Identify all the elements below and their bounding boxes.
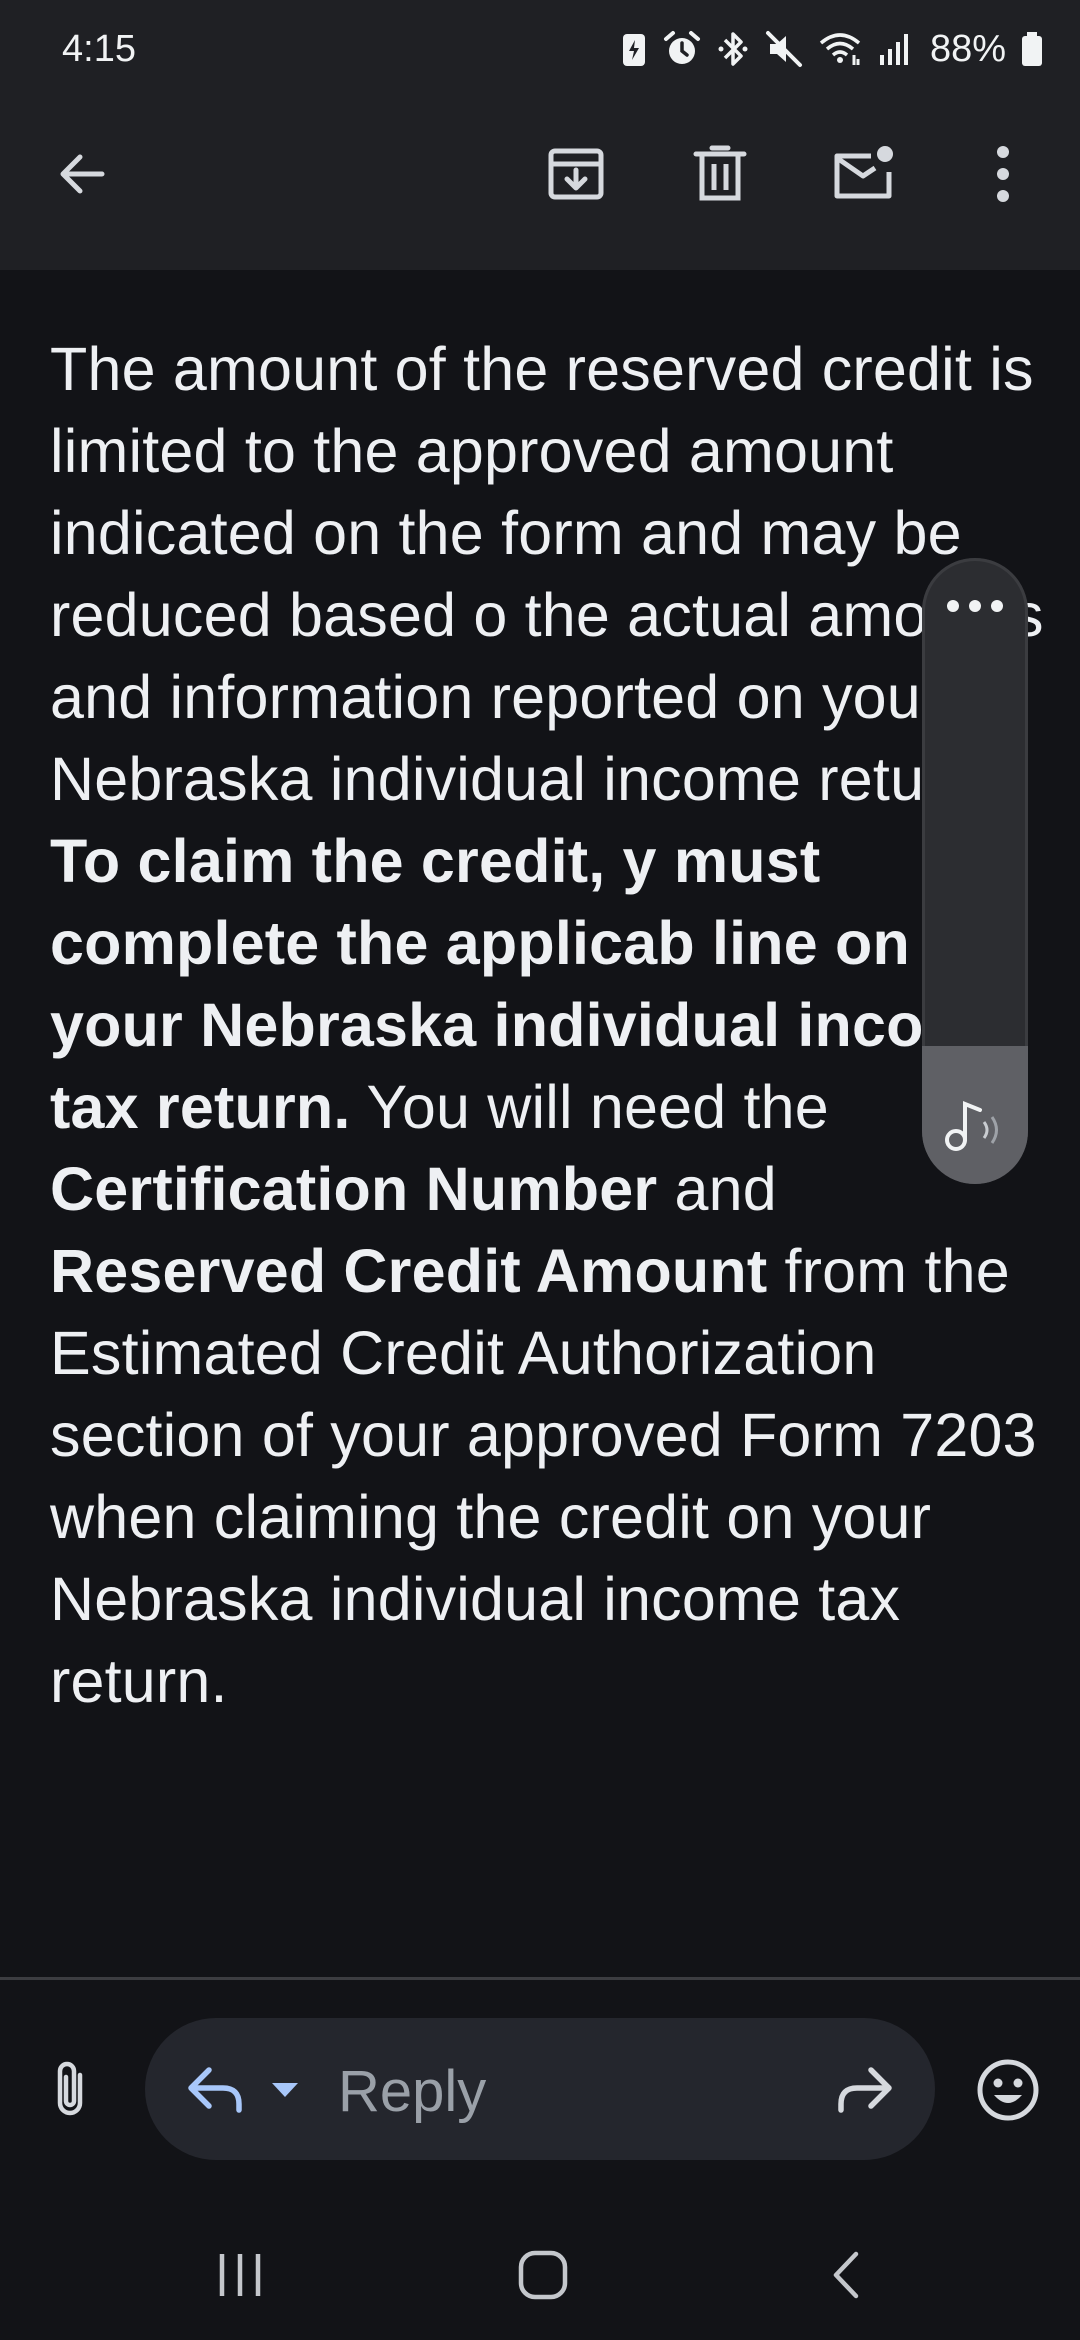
email-text: You will need the [366, 1073, 829, 1141]
volume-slider[interactable] [922, 558, 1028, 1184]
battery-percent: 88% [929, 27, 1006, 70]
email-bold-text: To claim the credit, y [50, 827, 657, 895]
top-app-bar [0, 100, 1080, 270]
mark-unread-icon [834, 146, 893, 199]
email-bold-text: Reserved Credit Amount [50, 1237, 768, 1305]
status-time: 4:15 [62, 28, 136, 70]
status-bar: 4:15 88% [0, 0, 1080, 100]
nav-back-button[interactable] [786, 2230, 906, 2320]
attach-icon [57, 2061, 83, 2116]
emoji-icon [977, 2059, 1039, 2121]
recents-icon [219, 2254, 261, 2296]
home-button[interactable] [483, 2230, 603, 2320]
divider [0, 1977, 1080, 1980]
signal-icon [878, 29, 912, 69]
emoji-button[interactable] [968, 2048, 1048, 2132]
email-body: The amount of the reserved credit is lim… [50, 328, 1050, 1722]
email-bold-text: Certification Number [50, 1155, 658, 1223]
nav-back-icon [833, 2251, 859, 2299]
alarm-icon [662, 29, 702, 69]
email-text: Nebraska individual income [50, 745, 802, 813]
archive-icon [548, 148, 604, 200]
wifi-icon [818, 29, 864, 69]
recents-button[interactable] [180, 2230, 300, 2320]
system-nav-bar [0, 2200, 1080, 2340]
home-icon [518, 2250, 568, 2300]
dropdown-icon[interactable] [270, 2080, 300, 2100]
delete-icon [693, 145, 747, 201]
reply-placeholder: Reply [338, 2059, 487, 2124]
mute-icon [764, 29, 804, 69]
more-vert-icon [997, 146, 1009, 202]
attach-button[interactable] [30, 2045, 110, 2135]
battery-icon [1020, 29, 1044, 69]
more-options-button[interactable] [953, 124, 1053, 224]
delete-button[interactable] [670, 124, 770, 224]
back-button[interactable] [32, 124, 132, 224]
archive-button[interactable] [526, 124, 626, 224]
bluetooth-icon [716, 29, 750, 69]
forward-icon[interactable] [833, 2060, 897, 2120]
status-icons: 88% [620, 24, 1044, 74]
reply-icon[interactable] [183, 2058, 247, 2122]
more-horiz-icon[interactable] [922, 586, 1028, 626]
back-arrow-icon [60, 154, 105, 194]
reply-box[interactable]: Reply [145, 2018, 935, 2160]
email-text: and [674, 1155, 777, 1223]
music-note-icon [940, 1090, 1010, 1160]
mark-unread-button[interactable] [814, 124, 914, 224]
battery-saver-icon [620, 30, 648, 68]
email-text: from the Estimated Credit Authorization … [50, 1237, 1037, 1715]
